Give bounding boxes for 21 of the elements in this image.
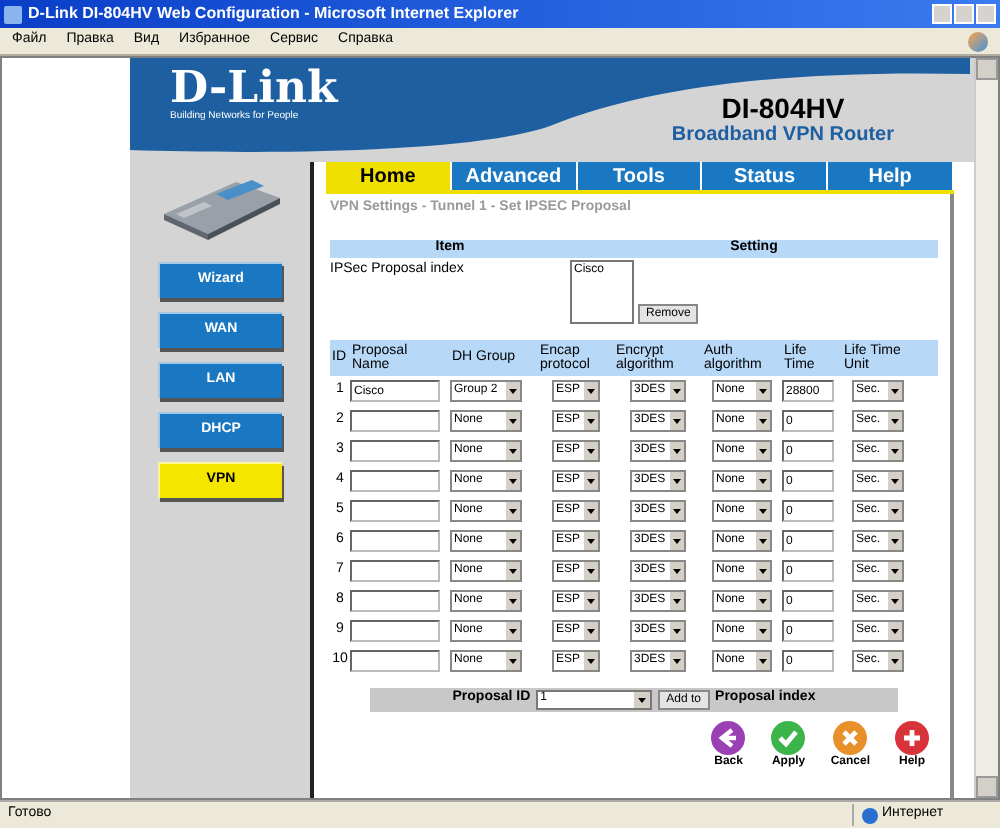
proposal-name-field[interactable] <box>350 439 440 461</box>
nav-tab[interactable]: Advanced <box>451 162 578 190</box>
plus-icon[interactable] <box>894 719 930 755</box>
proposal-name-field[interactable] <box>350 499 440 521</box>
window-title: D-Link DI-804HV Web Configuration - Microsoft Internet Explorer <box>28 6 519 22</box>
proposal-name-field[interactable] <box>350 559 440 581</box>
nav-tab[interactable]: Home <box>326 162 452 190</box>
proposal-name-field[interactable] <box>350 619 440 641</box>
proposal-name-field[interactable] <box>350 529 440 551</box>
nav-tab[interactable]: Status <box>702 162 829 190</box>
logo-text: D-Link <box>170 66 338 110</box>
product-name: Broadband VPN Router <box>671 126 894 146</box>
proposal-name-field[interactable] <box>350 409 440 431</box>
proposal-name-field[interactable] <box>350 589 440 611</box>
proposal-name-field[interactable] <box>350 649 440 671</box>
model-name: DI-804HV <box>721 94 845 122</box>
checkmark-icon[interactable] <box>770 719 807 755</box>
nav-tab[interactable]: Tools <box>577 162 703 190</box>
scrollbar[interactable] <box>974 58 998 798</box>
nav-tab[interactable]: Help <box>828 162 954 190</box>
proposal-name-field[interactable] <box>350 469 440 491</box>
